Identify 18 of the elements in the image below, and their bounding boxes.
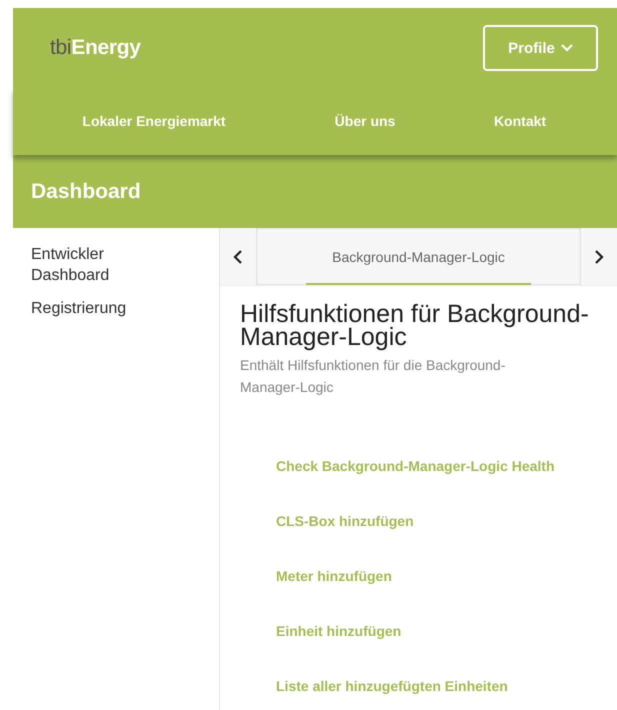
page-title: Dashboard (30, 178, 142, 204)
function-link[interactable]: CLS-Box hinzufügen (276, 512, 414, 530)
chevron-down-icon (560, 44, 573, 52)
section-heading: Hilfsfunktionen für Background-Manager-Logic (240, 303, 590, 349)
function-link[interactable]: Meter hinzufügen (276, 567, 392, 585)
chevron-left-icon (233, 248, 243, 264)
nav-link[interactable]: Kontakt (494, 112, 546, 128)
sidebar-item[interactable]: Entwickler Dashboard (31, 244, 141, 286)
function-link[interactable]: Liste aller hinzugefügten Einheiten (276, 677, 508, 695)
sidebar-item[interactable]: Registrierung (31, 298, 141, 319)
chevron-right-icon (594, 248, 604, 264)
function-link[interactable]: Check Background-Manager-Logic Health (276, 457, 554, 475)
nav-link[interactable]: Lokaler Energiemarkt (82, 112, 226, 128)
function-link[interactable]: Einheit hinzufügen (276, 622, 402, 640)
section-description: Enthält Hilfsfunktionen für die Background-Manager-Logic (240, 356, 506, 397)
profile-button[interactable]: Profile (483, 25, 598, 71)
nav-link[interactable]: Über uns (334, 112, 396, 128)
logo[interactable]: tbiEnergy (50, 36, 141, 60)
